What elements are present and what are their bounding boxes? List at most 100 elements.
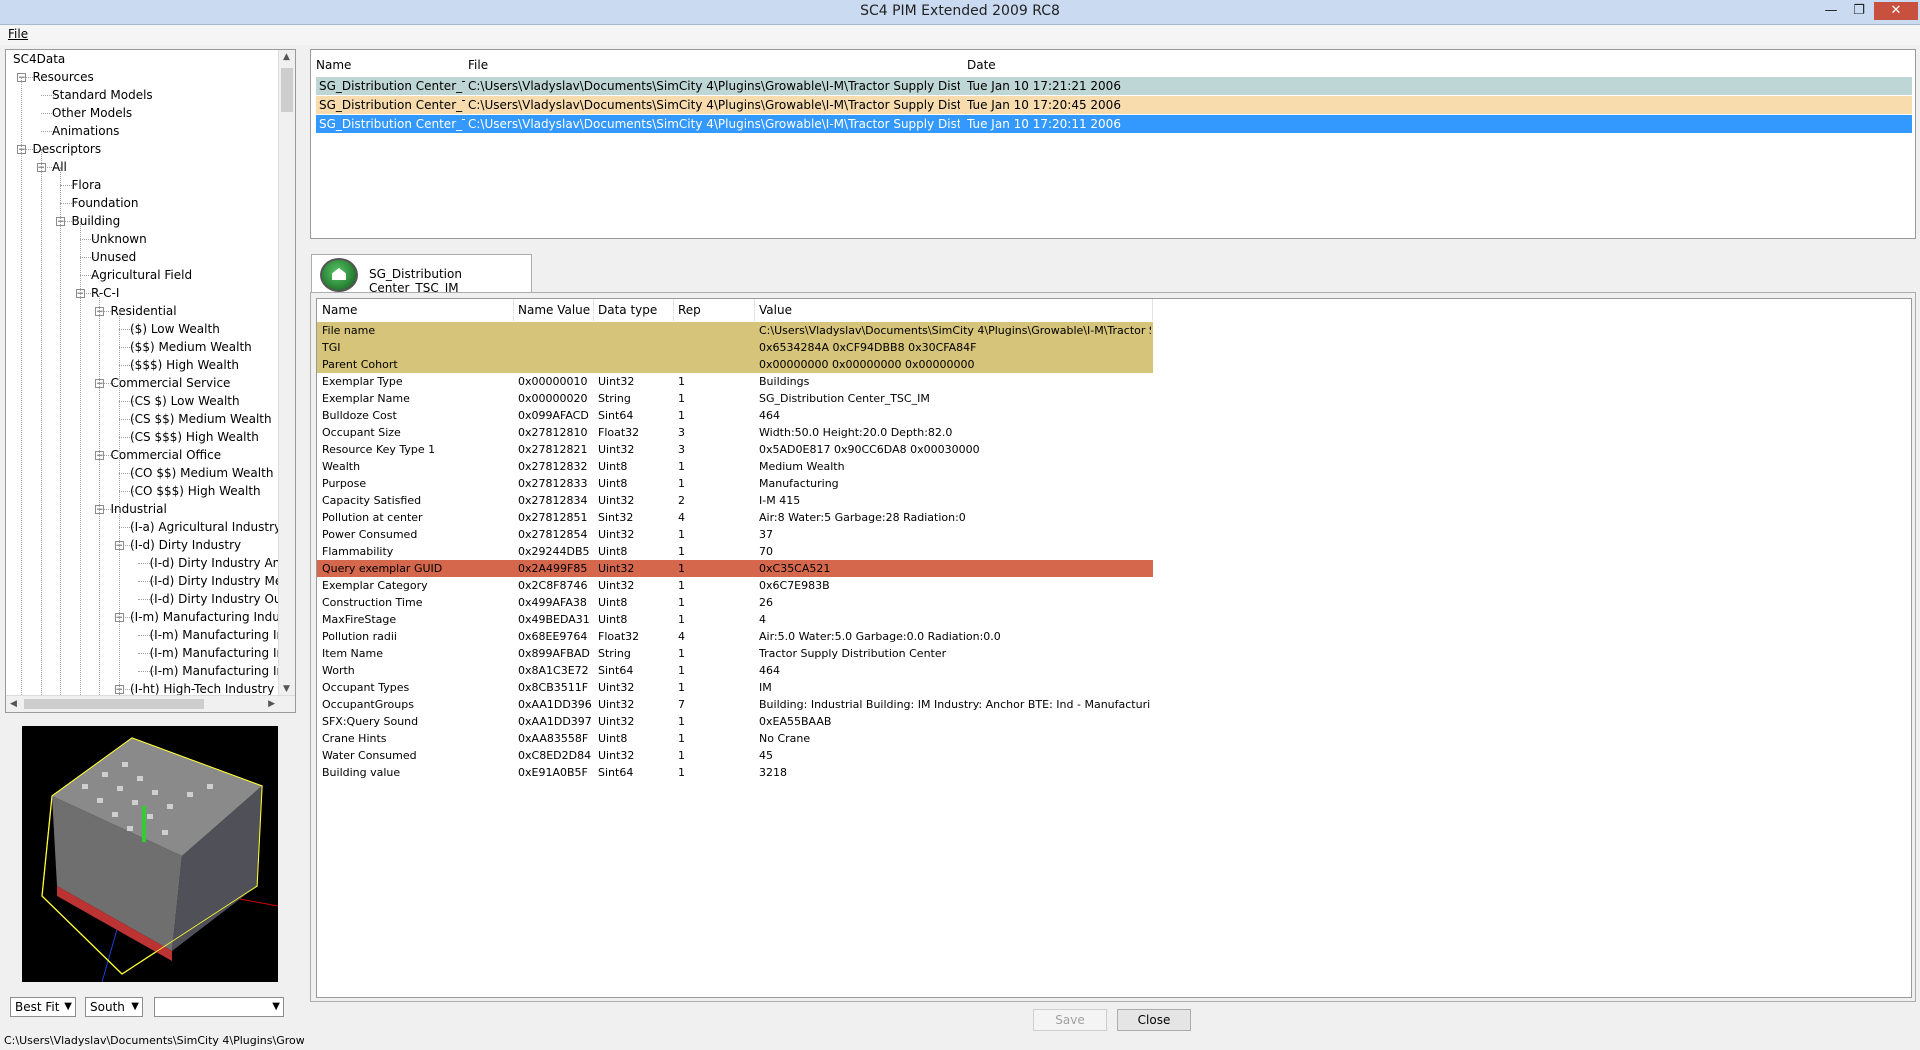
property-row[interactable]: Resource Key Type 1 0x27812821 Uint32 3 0x5A…	[317, 441, 1911, 458]
property-row[interactable]: Worth 0x8A1C3E72 Sint64 1 464	[317, 662, 1911, 679]
tree-item[interactable]: SC4Data	[13, 50, 65, 68]
tree-item[interactable]: Other Models	[52, 104, 132, 122]
tree-item[interactable]: ($$$) High Wealth	[130, 356, 239, 374]
property-row[interactable]: Exemplar Type 0x00000010 Uint32 1 Buildings	[317, 373, 1911, 390]
property-nv: 0x27812851	[518, 511, 588, 524]
property-row[interactable]: Item Name 0x899AFBAD String 1 Tractor Supply…	[317, 645, 1911, 662]
property-row[interactable]: Crane Hints 0xAA83558F Uint8 1 No Crane	[317, 730, 1911, 747]
property-row[interactable]: Occupant Types 0x8CB3511F Uint32 1 IM	[317, 679, 1911, 696]
col-rep[interactable]: Rep	[678, 299, 701, 321]
restore-icon[interactable]: ❐	[1846, 2, 1872, 20]
tree-item[interactable]: (I-d) Dirty Industry Anchor	[150, 554, 279, 572]
property-row[interactable]: Flammability 0x29244DB5 Uint8 1 70	[317, 543, 1911, 560]
tree-item[interactable]: R-C-I	[91, 284, 119, 302]
building-preview[interactable]	[22, 726, 278, 982]
property-type: Uint8	[598, 460, 628, 473]
tree-horizontal-scrollbar[interactable]: ◀ ▶	[6, 695, 295, 712]
tree-item[interactable]: (CS $$$) High Wealth	[130, 428, 259, 446]
tree-item[interactable]: (I-d) Dirty Industry Mech	[150, 572, 279, 590]
scroll-up-icon[interactable]: ▲	[283, 52, 290, 62]
tree-item[interactable]: Unused	[91, 248, 136, 266]
header-property-row[interactable]: Parent Cohort 0x00000000 0x00000000 0x000…	[317, 356, 1153, 373]
property-row[interactable]: SFX:Query Sound 0xAA1DD397 Uint32 1 0xEA55BA…	[317, 713, 1911, 730]
tree-item[interactable]: Agricultural Field	[91, 266, 192, 284]
col-name[interactable]: Name	[322, 299, 357, 321]
tree-vscroll-thumb[interactable]	[281, 68, 293, 112]
property-row[interactable]: Capacity Satisfied 0x27812834 Uint32 2 I-M 4…	[317, 492, 1911, 509]
property-nv: 0x27812832	[518, 460, 588, 473]
property-nv: 0xAA1DD397	[518, 715, 592, 728]
property-value: No Crane	[759, 732, 811, 745]
property-row[interactable]: Pollution radii 0x68EE9764 Float32 4 Air:5.0…	[317, 628, 1911, 645]
file-list[interactable]: Name File Date SG_Distribution Center_T.…	[310, 49, 1916, 239]
tree-item[interactable]: (I-ht) High-Tech Industry	[130, 680, 274, 696]
close-button[interactable]: Close	[1117, 1009, 1191, 1031]
property-row[interactable]: OccupantGroups 0xAA1DD396 Uint32 7 Building:…	[317, 696, 1911, 713]
property-row[interactable]: Exemplar Category 0x2C8F8746 Uint32 1 0x6C7E…	[317, 577, 1911, 594]
properties-table[interactable]: Name Name Value Data type Rep Value File…	[316, 298, 1912, 998]
col-data-type[interactable]: Data type	[598, 299, 657, 321]
column-header-file[interactable]: File	[468, 54, 488, 76]
property-row[interactable]: Building value 0xE91A0B5F Sint64 1 3218	[317, 764, 1911, 781]
column-header-name[interactable]: Name	[316, 54, 351, 76]
descriptor-tree[interactable]: SC4Data − Resources Standard Models Other Mo…	[5, 49, 296, 713]
tree-item[interactable]: (I-m) Manufacturing Industry	[150, 662, 279, 680]
property-row[interactable]: Purpose 0x27812833 Uint8 1 Manufacturing	[317, 475, 1911, 492]
scroll-down-icon[interactable]: ▼	[283, 684, 290, 694]
tree-item[interactable]: Foundation	[72, 194, 139, 212]
tree-item[interactable]: (CS $) Low Wealth	[130, 392, 240, 410]
tree-item[interactable]: (CS $$) Medium Wealth	[130, 410, 272, 428]
scroll-left-icon[interactable]: ◀	[10, 699, 17, 709]
col-value[interactable]: Value	[759, 299, 792, 321]
close-icon[interactable]: ✕	[1874, 2, 1918, 20]
file-row[interactable]: SG_Distribution Center_T... C:\Users\Vlad…	[316, 77, 1912, 95]
tree-item[interactable]: Flora	[72, 176, 102, 194]
direction-select[interactable]: South ▼	[85, 997, 143, 1017]
tree-item[interactable]: ($) Low Wealth	[130, 320, 220, 338]
property-row[interactable]: Bulldoze Cost 0x099AFACD Sint64 1 464	[317, 407, 1911, 424]
property-row[interactable]: Wealth 0x27812832 Uint8 1 Medium Wealth	[317, 458, 1911, 475]
property-row[interactable]: Occupant Size 0x27812810 Float32 3 Width:50.…	[317, 424, 1911, 441]
property-row[interactable]: Water Consumed 0xC8ED2D84 Uint32 1 45	[317, 747, 1911, 764]
tree-item[interactable]: (I-d) Dirty Industry	[130, 536, 241, 554]
zoom-select[interactable]: Best Fit ▼	[10, 997, 76, 1017]
property-row[interactable]: Pollution at center 0x27812851 Sint32 4 Air:…	[317, 509, 1911, 526]
file-row[interactable]: SG_Distribution Center_T... C:\Users\Vlad…	[316, 115, 1912, 133]
tree-item[interactable]: Resources	[33, 68, 94, 86]
tree-item[interactable]: (CO $$$) High Wealth	[130, 482, 261, 500]
tree-hscroll-thumb[interactable]	[24, 699, 204, 709]
tree-item[interactable]: (I-m) Manufacturing Industry	[150, 626, 279, 644]
tree-item[interactable]: Animations	[52, 122, 119, 140]
tab-exemplar[interactable]: SG_Distribution Center_TSC_IM	[311, 254, 532, 295]
header-property-row[interactable]: File name C:\Users\Vladyslav\Documents\Si…	[317, 322, 1153, 339]
property-row[interactable]: Power Consumed 0x27812854 Uint32 1 37	[317, 526, 1911, 543]
tree-vertical-scrollbar[interactable]: ▲ ▼	[278, 50, 295, 696]
minimize-icon[interactable]: —	[1818, 2, 1844, 20]
tree-item[interactable]: (I-m) Manufacturing Industry	[130, 608, 278, 626]
tree-item[interactable]: Standard Models	[52, 86, 153, 104]
save-button[interactable]: Save	[1033, 1009, 1107, 1031]
scroll-right-icon[interactable]: ▶	[268, 699, 275, 709]
header-property-row[interactable]: TGI 0x6534284A 0xCF94DBB8 0x30CFA84F	[317, 339, 1153, 356]
column-header-date[interactable]: Date	[967, 54, 996, 76]
tree-item[interactable]: (CO $$) Medium Wealth	[130, 464, 273, 482]
extra-select[interactable]: ▼	[154, 997, 284, 1017]
tree-item[interactable]: Descriptors	[33, 140, 102, 158]
col-name-value[interactable]: Name Value	[518, 299, 590, 321]
tree-item[interactable]: Commercial Office	[111, 446, 222, 464]
property-row[interactable]: Exemplar Name 0x00000020 String 1 SG_Distrib…	[317, 390, 1911, 407]
property-row[interactable]: Query exemplar GUID 0x2A499F85 Uint32 1 0xC3…	[317, 560, 1153, 577]
tree-item[interactable]: ($$) Medium Wealth	[130, 338, 252, 356]
tree-item[interactable]: Commercial Service	[111, 374, 231, 392]
property-row[interactable]: MaxFireStage 0x49BEDA31 Uint8 1 4	[317, 611, 1911, 628]
tree-item[interactable]: (I-a) Agricultural Industry	[130, 518, 278, 536]
tree-item[interactable]: Residential	[111, 302, 177, 320]
property-row[interactable]: Construction Time 0x499AFA38 Uint8 1 26	[317, 594, 1911, 611]
tree-item[interactable]: (I-d) Dirty Industry Out	[150, 590, 279, 608]
property-type: Uint32	[598, 494, 635, 507]
menu-file[interactable]: File	[8, 27, 28, 41]
tree-item[interactable]: (I-m) Manufacturing Industry	[150, 644, 279, 662]
tree-item[interactable]: Unknown	[91, 230, 147, 248]
file-cell-file: C:\Users\Vladyslav\Documents\SimCity 4\P…	[468, 79, 960, 93]
file-row[interactable]: SG_Distribution Center_T... C:\Users\Vlad…	[316, 96, 1912, 114]
